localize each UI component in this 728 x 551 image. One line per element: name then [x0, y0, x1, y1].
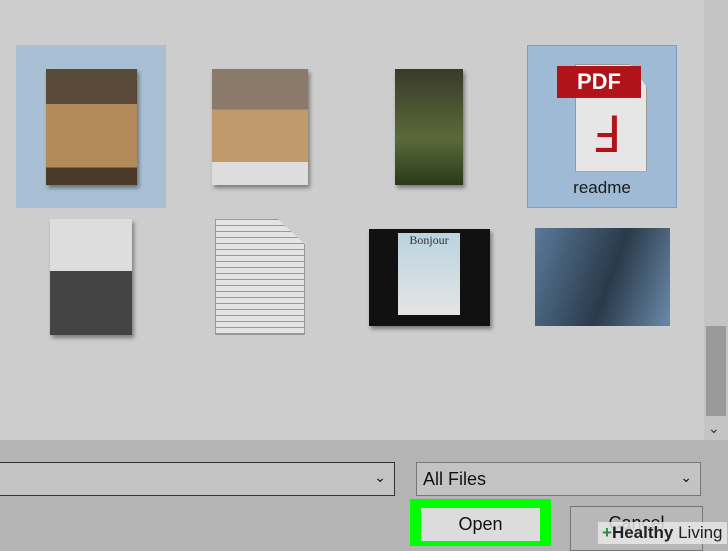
file-list: PDF Ⅎ readme Bonjour [0, 0, 704, 440]
scrollbar-thumb[interactable] [706, 326, 726, 416]
thumbnail: Bonjour [368, 228, 490, 326]
thumbnail [45, 68, 137, 185]
thumbnail [50, 219, 132, 335]
file-type-select[interactable]: All Files ⌄ [416, 462, 701, 496]
filename-input[interactable]: ⌄ [0, 462, 395, 496]
scroll-down-arrow-icon[interactable]: ⌄ [708, 420, 720, 437]
file-item-table-photo[interactable] [16, 45, 166, 208]
watermark-logo: +Healthy Living [598, 522, 727, 544]
file-item-child-photo[interactable] [354, 45, 504, 208]
file-name: readme [573, 177, 631, 197]
chevron-down-icon[interactable]: ⌄ [680, 469, 692, 486]
file-item-text-document[interactable] [185, 212, 335, 342]
thumbnail [212, 68, 308, 185]
pdf-icon: PDF Ⅎ [547, 56, 657, 174]
open-button[interactable]: Open [421, 508, 540, 541]
file-item-sink-photo[interactable] [16, 212, 166, 342]
file-item-readme[interactable]: PDF Ⅎ readme [527, 45, 677, 208]
chevron-down-icon[interactable]: ⌄ [374, 469, 386, 486]
thumbnail [395, 68, 463, 185]
file-item-table-photo-2[interactable] [185, 45, 335, 208]
file-item-singer-photo[interactable] [527, 212, 677, 342]
thumbnail [534, 228, 670, 326]
document-icon [215, 219, 305, 335]
file-item-bonjour-photo[interactable]: Bonjour [354, 212, 504, 342]
